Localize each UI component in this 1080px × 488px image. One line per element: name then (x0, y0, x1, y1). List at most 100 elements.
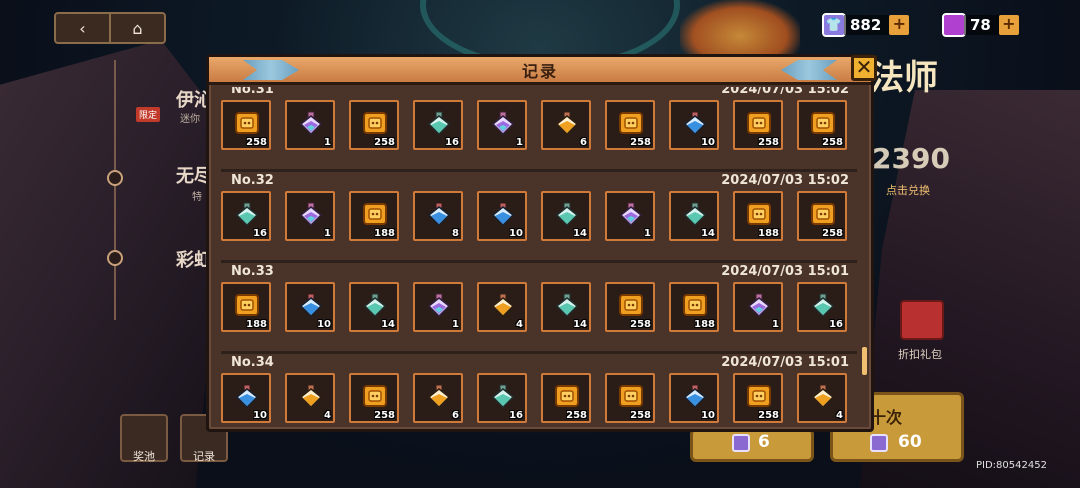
teal-potion-icon (554, 201, 580, 227)
reward-count: 188 (374, 228, 395, 239)
reward-count: 8 (452, 228, 459, 239)
reward-count: 4 (836, 410, 843, 421)
draw-one-button[interactable] (690, 428, 814, 462)
reward-slot[interactable]: 16 (797, 282, 847, 332)
reward-slot[interactable]: 8 (413, 191, 463, 241)
reward-slot[interactable]: 14 (541, 282, 591, 332)
record-entry: No.32 2024/07/03 15:02 16 1 188 8 10 14 1 14 188 25… (221, 173, 857, 263)
record-number: No.32 (231, 173, 274, 188)
close-button[interactable]: ✕ (851, 55, 877, 81)
record-timestamp: 2024/07/03 15:02 (721, 87, 849, 97)
exchange-label[interactable]: 点击兑换 (886, 182, 930, 198)
reward-slot[interactable]: 10 (477, 191, 527, 241)
reward-slot[interactable]: 16 (413, 100, 463, 150)
reward-slot[interactable]: 188 (733, 191, 783, 241)
side-item-sub: 迷你 (180, 114, 200, 125)
add-gems-button[interactable]: + (998, 15, 1019, 35)
reward-count: 4 (516, 319, 523, 330)
reward-slot[interactable]: 16 (221, 191, 271, 241)
reward-slot[interactable]: 258 (605, 373, 655, 423)
reward-slot[interactable]: 258 (733, 373, 783, 423)
reward-count: 258 (630, 137, 651, 148)
reward-slot[interactable]: 1 (477, 100, 527, 150)
back-button[interactable]: ‹ (56, 14, 109, 42)
reward-slot[interactable]: 1 (285, 100, 335, 150)
reward-slot[interactable]: 10 (669, 373, 719, 423)
reward-slot[interactable]: 258 (221, 100, 271, 150)
add-coins-button[interactable]: + (889, 15, 910, 35)
reward-count: 258 (758, 137, 779, 148)
reward-count: 6 (452, 410, 459, 421)
reward-slot[interactable]: 1 (413, 282, 463, 332)
modal-header: 记录 (209, 57, 871, 85)
coin-block-icon (810, 201, 836, 227)
gift-box-icon[interactable] (900, 300, 944, 340)
orange-potion-icon (554, 110, 580, 136)
coin-block-icon (746, 110, 772, 136)
reward-count: 10 (253, 410, 267, 421)
reward-count: 258 (246, 137, 267, 148)
record-timestamp: 2024/07/03 15:02 (721, 173, 849, 188)
reward-count: 1 (644, 228, 651, 239)
reward-slot[interactable]: 4 (285, 373, 335, 423)
record-entry: No.34 2024/07/03 15:01 10 4 258 6 16 258 258 10 25… (221, 355, 857, 427)
coin-block-icon (810, 110, 836, 136)
exchange-points[interactable]: 2390 (872, 142, 950, 175)
reward-slot[interactable]: 6 (541, 100, 591, 150)
reward-slot[interactable]: 4 (477, 282, 527, 332)
reward-count: 188 (694, 319, 715, 330)
record-list[interactable]: No.31 2024/07/03 15:02 258 1 258 16 1 6 258 10 258… (221, 87, 857, 427)
reward-count: 1 (772, 319, 779, 330)
reward-slot[interactable]: 258 (349, 100, 399, 150)
reward-slot[interactable]: 188 (221, 282, 271, 332)
reward-slot[interactable]: 258 (605, 100, 655, 150)
reward-count: 16 (445, 137, 459, 148)
reward-slot[interactable]: 1 (605, 191, 655, 241)
gem-currency: 78 + (942, 12, 1019, 38)
reward-slot[interactable]: 14 (349, 282, 399, 332)
reward-slot[interactable]: 4 (797, 373, 847, 423)
reward-slot[interactable]: 10 (285, 282, 335, 332)
reward-slot[interactable]: 258 (605, 282, 655, 332)
coin-block-icon (234, 292, 260, 318)
reward-slot[interactable]: 16 (477, 373, 527, 423)
reward-slot[interactable]: 258 (797, 191, 847, 241)
reward-slot[interactable]: 6 (413, 373, 463, 423)
track-node (107, 250, 123, 266)
player-id: PID:80542452 (976, 460, 1047, 471)
coin-currency: 👕 882 + (822, 12, 910, 38)
reward-slot[interactable]: 14 (541, 191, 591, 241)
reward-count: 6 (580, 137, 587, 148)
rainbow-potion-icon (618, 201, 644, 227)
reward-slot[interactable]: 258 (797, 100, 847, 150)
coin-block-icon (746, 201, 772, 227)
blue-potion-icon (298, 292, 324, 318)
reward-count: 1 (324, 228, 331, 239)
reward-count: 258 (822, 228, 843, 239)
background-flame (680, 0, 800, 60)
track-node (107, 170, 123, 186)
reward-slot[interactable]: 258 (541, 373, 591, 423)
orange-potion-icon (490, 292, 516, 318)
coin-block-icon (362, 201, 388, 227)
header-decoration-left (243, 60, 299, 80)
teal-potion-icon (234, 201, 260, 227)
coin-block-icon (618, 383, 644, 409)
coin-block-icon (362, 383, 388, 409)
reward-slot[interactable]: 1 (733, 282, 783, 332)
reward-count: 258 (374, 137, 395, 148)
reward-slot[interactable]: 258 (349, 373, 399, 423)
shirt-coin-icon (870, 434, 888, 452)
home-icon: ⌂ (132, 18, 143, 38)
home-button[interactable]: ⌂ (109, 14, 164, 42)
reward-count: 188 (246, 319, 267, 330)
reward-slot[interactable]: 1 (285, 191, 335, 241)
scrollbar-thumb[interactable] (862, 347, 867, 375)
reward-slot[interactable]: 188 (349, 191, 399, 241)
reward-slot[interactable]: 14 (669, 191, 719, 241)
reward-slot[interactable]: 10 (221, 373, 271, 423)
reward-slot[interactable]: 10 (669, 100, 719, 150)
reward-slot[interactable]: 188 (669, 282, 719, 332)
reward-slot[interactable]: 258 (733, 100, 783, 150)
teal-potion-icon (810, 292, 836, 318)
